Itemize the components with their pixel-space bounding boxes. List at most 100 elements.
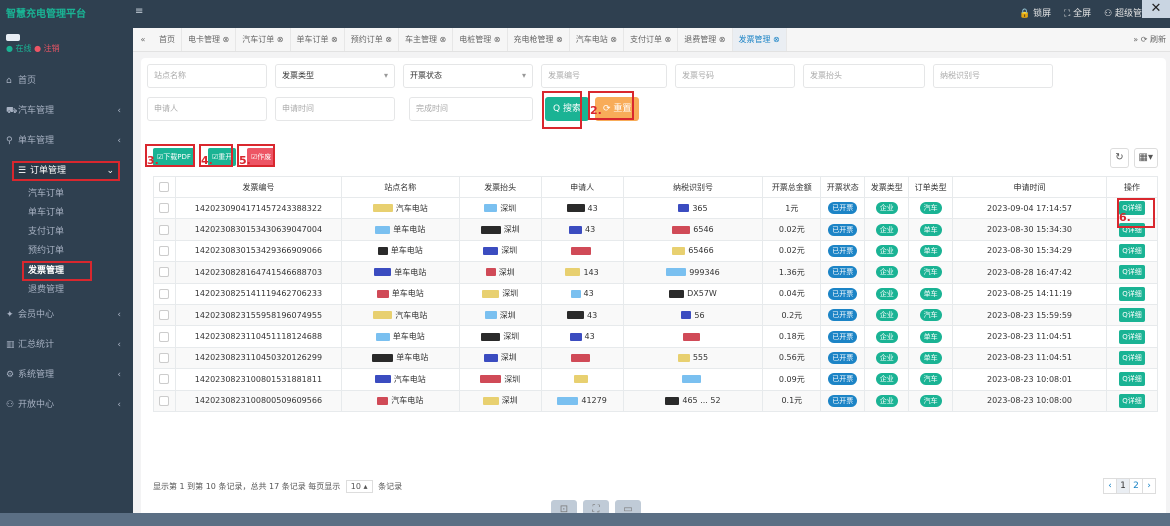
select-all-header[interactable]	[153, 176, 176, 198]
submenu-item-invoice-management[interactable]: 发票管理	[22, 261, 92, 281]
invoice-number-input[interactable]: 发票号码	[675, 64, 795, 88]
row-checkbox[interactable]	[159, 310, 170, 321]
tab-home[interactable]: 首页	[153, 28, 182, 51]
sidebar-item-member-center[interactable]: ✦ 会员中心 ‹	[0, 300, 133, 330]
order-type-badge: 单车	[908, 218, 954, 241]
row-select-cell[interactable]	[153, 196, 176, 220]
sidebar-item-car-management[interactable]: ⛟汽车管理 ‹	[0, 96, 133, 126]
detail-button[interactable]: Q详细	[1119, 308, 1145, 323]
status-badge: 已开票	[820, 218, 866, 241]
tab-pile-management[interactable]: 电桩管理 ⊗	[453, 28, 508, 51]
applicant-cell-text: 43	[587, 203, 598, 213]
logout-link[interactable]: ● 注销	[34, 44, 60, 53]
tab-scroll-right-icon[interactable]: »	[1133, 35, 1138, 44]
title-cell: 深圳	[458, 325, 542, 348]
row-select-cell[interactable]	[153, 346, 176, 370]
tab-refund-management[interactable]: 退费管理 ⊗	[678, 28, 733, 51]
avatar[interactable]	[6, 34, 20, 41]
status-badge: 已开票	[820, 346, 866, 370]
submenu-item-car-orders[interactable]: 汽车订单	[28, 185, 133, 204]
page-1[interactable]: 1	[1116, 478, 1130, 494]
redacted-block	[678, 204, 690, 213]
tab-gun-management[interactable]: 充电枪管理 ⊗	[508, 28, 570, 51]
row-checkbox[interactable]	[159, 288, 170, 299]
page-2[interactable]: 2	[1129, 478, 1143, 494]
lock-screen-button[interactable]: 🔒 锁屏	[1019, 9, 1051, 19]
sidebar-item-open-center[interactable]: ⚇ 开放中心 ‹	[0, 390, 133, 420]
page-prev-icon[interactable]: ‹	[1103, 478, 1117, 494]
detail-button[interactable]: Q详细	[1119, 243, 1145, 258]
tab-car-station[interactable]: 汽车电站 ⊗	[570, 28, 624, 51]
detail-button[interactable]: Q详细	[1119, 265, 1145, 280]
detail-button[interactable]: Q详细	[1119, 393, 1145, 408]
detail-button[interactable]: Q详细	[1119, 350, 1145, 365]
invoice-code-cell-text: 1420230830153429366909066	[194, 246, 323, 256]
tax-id-input[interactable]: 纳税识别号	[933, 64, 1053, 88]
sidebar-item-bike-management[interactable]: ⚲ 单车管理 ‹	[0, 126, 133, 156]
page-next-icon[interactable]: ›	[1142, 478, 1156, 494]
sidebar-item-system-management[interactable]: ⚙ 系统管理 ‹	[0, 360, 133, 390]
invoice-type-badge-pill: 企业	[875, 309, 898, 322]
refresh-icon[interactable]: ↻	[1110, 148, 1129, 168]
close-icon[interactable]: ✕	[1142, 0, 1170, 18]
submenu-item-payment-orders[interactable]: 支付订单	[28, 223, 133, 242]
tab-bike-orders[interactable]: 单车订单 ⊗	[291, 28, 345, 51]
invoice-type-select[interactable]: 发票类型 ▾	[275, 64, 395, 88]
issue-status-select[interactable]: 开票状态 ▾	[403, 64, 533, 88]
columns-icon[interactable]: ▦▾	[1133, 148, 1158, 168]
chevron-left-icon: ‹	[117, 400, 121, 410]
tab-reservation-orders[interactable]: 预约订单 ⊗	[345, 28, 399, 51]
amount-cell: 0.56元	[762, 346, 822, 370]
tab-card-management[interactable]: 电卡管理 ⊗	[182, 28, 237, 51]
actions-cell: Q详细	[1105, 368, 1159, 391]
tab-invoice-management[interactable]: 发票管理 ⊗	[732, 28, 787, 51]
tab-scroll-left-icon[interactable]: «	[133, 28, 153, 51]
detail-button[interactable]: Q详细	[1119, 329, 1145, 344]
detail-button[interactable]: Q详细	[1119, 286, 1145, 301]
submenu-item-bike-orders[interactable]: 单车订单	[28, 204, 133, 223]
menu-toggle-icon[interactable]: ≡	[135, 6, 143, 17]
tab-car-orders[interactable]: 汽车订单 ⊗	[236, 28, 291, 51]
row-select-cell[interactable]	[153, 239, 176, 263]
sidebar-item-statistics[interactable]: ▥ 汇总统计 ‹	[0, 330, 133, 360]
submenu-item-refund-management[interactable]: 退费管理	[28, 281, 133, 300]
row-select-cell[interactable]	[153, 303, 176, 327]
invoice-code-input[interactable]: 发票编号	[541, 64, 667, 88]
row-checkbox[interactable]	[159, 245, 170, 256]
tab-payment-orders[interactable]: 支付订单 ⊗	[624, 28, 679, 51]
station-name-input[interactable]: 站点名称	[147, 64, 267, 88]
step-label-3: 3.	[147, 154, 159, 167]
redacted-block	[484, 204, 498, 213]
applicant-cell	[540, 239, 624, 263]
refresh-tab-button[interactable]: ⟳ 刷新	[1141, 35, 1166, 44]
submenu-item-reservation-orders[interactable]: 预约订单	[28, 242, 133, 261]
row-select-cell[interactable]	[153, 368, 176, 391]
page-size-select[interactable]: 10 ▴	[345, 480, 373, 493]
select-all-checkbox[interactable]	[159, 182, 170, 192]
applicant-cell-text: 143	[583, 267, 599, 277]
row-select-cell[interactable]	[153, 389, 176, 412]
row-select-cell[interactable]	[153, 325, 176, 348]
row-checkbox[interactable]	[159, 374, 170, 385]
redacted-block	[480, 375, 502, 384]
invoice-code-cell-text: 1420230825141119462706233	[194, 289, 323, 299]
row-checkbox[interactable]	[159, 224, 170, 235]
row-checkbox[interactable]	[159, 352, 170, 363]
row-select-cell[interactable]	[153, 261, 176, 284]
detail-button[interactable]: Q详细	[1119, 372, 1145, 387]
invoice-title-input[interactable]: 发票抬头	[803, 64, 925, 88]
sidebar-item-order-management[interactable]: ☰ 订单管理 ⌄	[12, 161, 120, 181]
finish-time-input[interactable]: 完成时间	[409, 97, 533, 121]
row-checkbox[interactable]	[159, 267, 170, 278]
gear-icon: ⚙	[6, 370, 15, 380]
row-checkbox[interactable]	[159, 203, 170, 214]
row-select-cell[interactable]	[153, 218, 176, 241]
tab-owner-management[interactable]: 车主管理 ⊗	[399, 28, 454, 51]
row-select-cell[interactable]	[153, 282, 176, 305]
apply-time-input[interactable]: 申请时间	[275, 97, 395, 121]
row-checkbox[interactable]	[159, 395, 170, 406]
fullscreen-button[interactable]: ⛶ 全屏	[1064, 9, 1091, 19]
row-checkbox[interactable]	[159, 331, 170, 342]
applicant-input[interactable]: 申请人	[147, 97, 267, 121]
sidebar-item-home[interactable]: ⌂ 首页	[0, 66, 133, 96]
